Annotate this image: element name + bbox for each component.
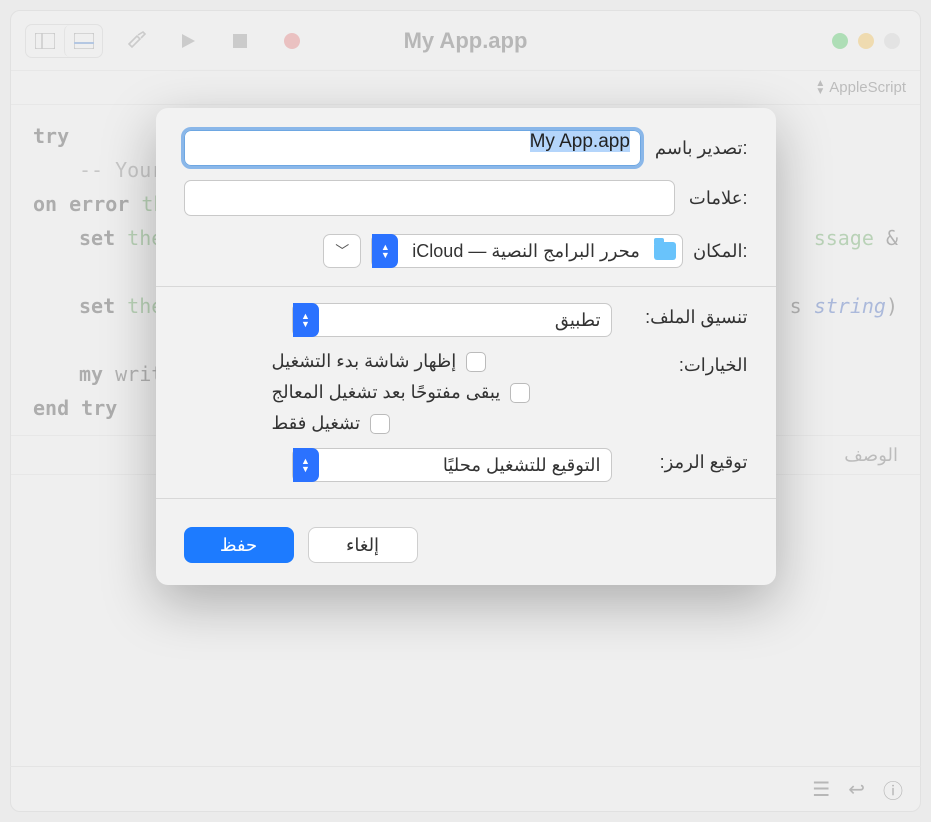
option-stay-open[interactable]: يبقى مفتوحًا بعد تشغيل المعالج	[272, 382, 531, 403]
options-label: الخيارات:	[628, 351, 748, 376]
export-as-input[interactable]: My App.app	[184, 130, 641, 166]
chevron-down-icon: ﹀	[335, 241, 349, 261]
export-as-value: My App.app	[530, 131, 630, 152]
code-sign-row: التوقيع للتشغيل محليًا ▲▼ توقيع الرمز:	[184, 448, 748, 482]
file-format-row: تطبيق ▲▼ تنسيق الملف:	[184, 303, 748, 337]
run-only-label: تشغيل فقط	[272, 413, 361, 434]
select-arrows-icon: ▲▼	[293, 303, 319, 337]
export-as-row: My App.app تصدير باسم:	[184, 130, 748, 166]
code-sign-value: التوقيع للتشغيل محليًا	[319, 455, 611, 476]
expand-location-button[interactable]: ﹀	[323, 234, 361, 268]
tags-input[interactable]	[184, 180, 675, 216]
run-only-checkbox[interactable]	[370, 414, 390, 434]
export-dialog: My App.app تصدير باسم: علامات: ﹀ محرر ال…	[156, 108, 776, 585]
divider	[156, 498, 776, 499]
divider	[156, 286, 776, 287]
location-select[interactable]: محرر البرامج النصية — iCloud ▲▼	[371, 234, 683, 268]
save-button[interactable]: حفظ	[184, 527, 294, 563]
file-format-select[interactable]: تطبيق ▲▼	[292, 303, 612, 337]
location-row: ﹀ محرر البرامج النصية — iCloud ▲▼ المكان…	[184, 234, 748, 268]
location-label: المكان:	[693, 241, 748, 262]
select-arrows-icon: ▲▼	[293, 448, 319, 482]
location-value: محرر البرامج النصية — iCloud	[406, 241, 646, 262]
cancel-button[interactable]: إلغاء	[308, 527, 418, 563]
option-show-startup[interactable]: إظهار شاشة بدء التشغيل	[272, 351, 487, 372]
options-row: إظهار شاشة بدء التشغيل يبقى مفتوحًا بعد …	[184, 351, 748, 434]
code-sign-label: توقيع الرمز:	[628, 448, 748, 473]
option-run-only[interactable]: تشغيل فقط	[272, 413, 391, 434]
show-startup-checkbox[interactable]	[466, 352, 486, 372]
modal-overlay: My App.app تصدير باسم: علامات: ﹀ محرر ال…	[0, 0, 931, 822]
show-startup-label: إظهار شاشة بدء التشغيل	[272, 351, 457, 372]
file-format-value: تطبيق	[319, 310, 611, 331]
dialog-buttons: حفظ إلغاء	[184, 509, 748, 563]
tags-label: علامات:	[689, 188, 748, 209]
export-as-label: تصدير باسم:	[655, 138, 748, 159]
stay-open-label: يبقى مفتوحًا بعد تشغيل المعالج	[272, 382, 501, 403]
folder-icon	[654, 242, 676, 260]
tags-row: علامات:	[184, 180, 748, 216]
code-sign-select[interactable]: التوقيع للتشغيل محليًا ▲▼	[292, 448, 612, 482]
select-arrows-icon: ▲▼	[372, 234, 398, 268]
file-format-label: تنسيق الملف:	[628, 303, 748, 328]
stay-open-checkbox[interactable]	[510, 383, 530, 403]
